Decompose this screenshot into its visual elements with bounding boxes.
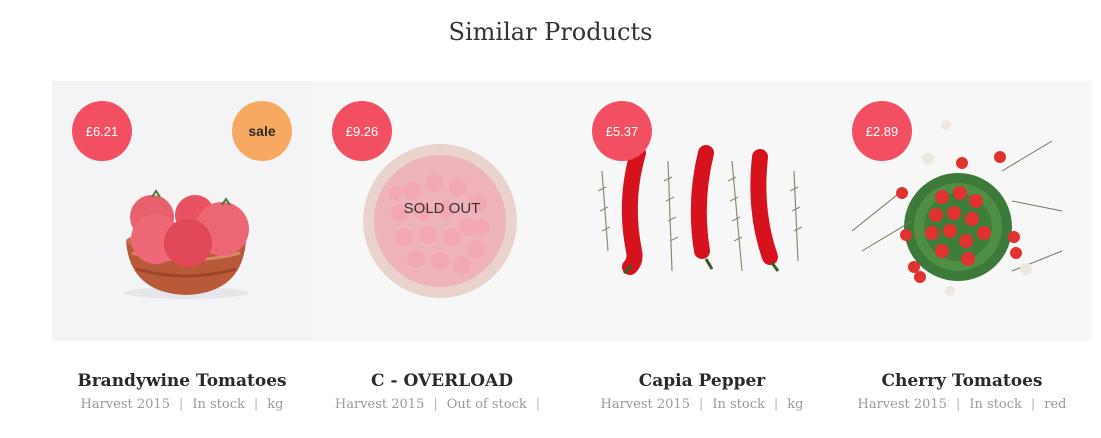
meta-stock: In stock — [969, 397, 1022, 412]
sold-out-label: SOLD OUT — [403, 200, 481, 217]
meta-harvest: Harvest 2015 — [334, 397, 425, 412]
section-title: Similar Products — [448, 18, 653, 46]
meta-stock: Out of stock — [446, 397, 527, 412]
product-meta: Harvest 2015 | In stock | kg — [600, 397, 804, 412]
product-meta: Harvest 2015 | In stock | kg — [80, 397, 284, 412]
product-card[interactable]: £6.21 sale Brandywine Tomatoes Harvest 2… — [52, 81, 312, 426]
product-card[interactable]: £9.26 SOLD OUT C - OVERLOAD Harvest 2015… — [312, 81, 572, 426]
product-image[interactable]: £2.89 — [832, 81, 1092, 341]
price-badge: £2.89 — [852, 101, 912, 161]
price-badge: £5.37 — [592, 101, 652, 161]
product-card[interactable]: £5.37 Capia Pepper Harvest 2015 | In stock… — [572, 81, 832, 426]
meta-unit: kg — [787, 397, 804, 412]
product-image[interactable]: £9.26 SOLD OUT — [312, 81, 572, 341]
price-badge: £9.26 — [332, 101, 392, 161]
sale-badge: sale — [232, 101, 292, 161]
product-image[interactable]: £5.37 — [572, 81, 832, 341]
product-meta: Harvest 2015 | In stock | red — [857, 397, 1067, 412]
product-image[interactable]: £6.21 sale — [52, 81, 312, 341]
product-meta: Harvest 2015 | Out of stock | — [334, 397, 541, 412]
meta-unit: red — [1044, 397, 1067, 412]
meta-stock: In stock — [712, 397, 765, 412]
price-badge: £6.21 — [72, 101, 132, 161]
meta-unit: kg — [267, 397, 284, 412]
product-name[interactable]: C - OVERLOAD — [312, 371, 572, 391]
meta-stock: In stock — [192, 397, 245, 412]
product-name[interactable]: Brandywine Tomatoes — [52, 371, 312, 391]
meta-harvest: Harvest 2015 — [857, 397, 947, 412]
meta-harvest: Harvest 2015 — [80, 397, 170, 412]
product-name[interactable]: Capia Pepper — [572, 371, 832, 391]
meta-harvest: Harvest 2015 — [600, 397, 690, 412]
product-name[interactable]: Cherry Tomatoes — [832, 371, 1092, 391]
product-card[interactable]: £2.89 Cherry Tomatoes Harvest 2015 | In st… — [832, 81, 1092, 426]
